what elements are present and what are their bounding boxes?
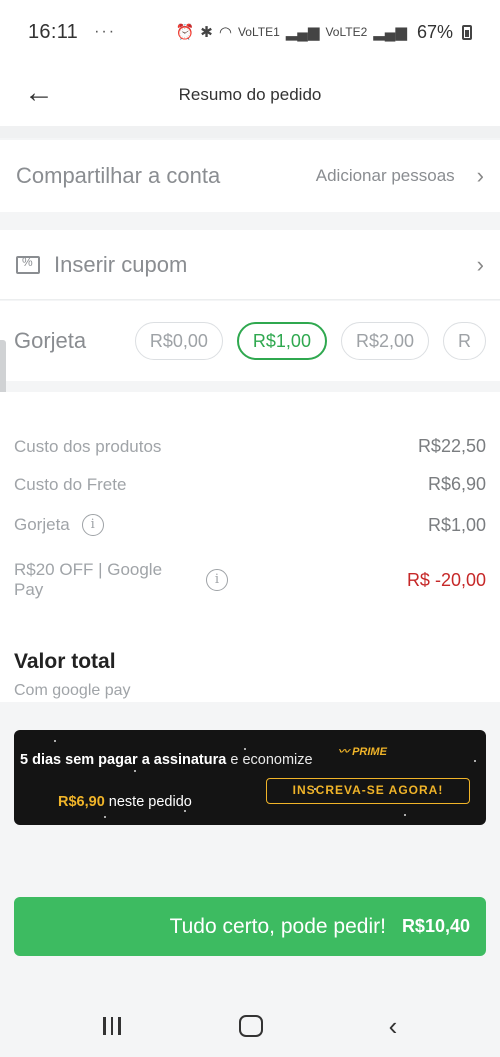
status-bar: 16:11 ··· ⏰ ✱ ◠ VoLTE1 ▂▄▆ VoLTE2 ▂▄▆ 67… <box>0 0 500 64</box>
place-order-value: R$10,40 <box>401 916 470 936</box>
place-order-button[interactable]: Tudo certo, pode pedir! R$10,40 <box>14 897 486 956</box>
tip-option-2[interactable]: R$2,00 <box>340 322 429 360</box>
system-nav-bar: ‹ <box>0 995 500 1057</box>
info-icon[interactable]: i <box>206 569 228 591</box>
prime-savings: R$6,90 neste pedido <box>58 794 192 810</box>
total-subtitle: Com google pay <box>14 682 131 699</box>
summary-row-discount: R$20 OFF | Google Pay i R$ -20,00 <box>14 560 486 600</box>
battery-percent: 67% <box>416 21 453 42</box>
tip-label: Gorjeta <box>14 328 87 353</box>
summary-value: R$1,00 <box>427 514 486 535</box>
summary-label: Gorjeta <box>14 515 70 534</box>
summary-row-products: Custo dos produtos R$22,50 <box>14 436 486 457</box>
share-bill-row[interactable]: Compartilhar a conta Adicionar pessoas › <box>0 140 500 212</box>
tip-option-0[interactable]: R$0,00 <box>134 322 223 360</box>
summary-label: Custo do Frete <box>14 474 127 494</box>
app-bar: ← Resumo do pedido <box>0 64 500 126</box>
battery-icon <box>462 24 472 40</box>
prime-promo-text: 5 dias sem pagar a assinatura e economiz… <box>20 752 313 768</box>
network-1-label: VoLTE1 <box>237 25 280 39</box>
signal-2-icon: ▂▄▆ <box>373 24 407 41</box>
prime-badge: 〰 PRIME <box>338 746 387 758</box>
tip-option-3[interactable]: R <box>443 322 486 360</box>
home-icon[interactable] <box>236 1011 266 1041</box>
chevron-right-icon: › <box>476 163 484 188</box>
add-people-link[interactable]: Adicionar pessoas <box>316 166 455 186</box>
place-order-label: Tudo certo, pode pedir! <box>169 914 386 938</box>
network-2-label: VoLTE2 <box>325 25 368 39</box>
recent-apps-icon[interactable] <box>97 1011 127 1041</box>
prime-banner[interactable]: 5 dias sem pagar a assinatura e economiz… <box>14 730 486 825</box>
prime-savings-amount: R$6,90 <box>58 794 105 810</box>
info-icon[interactable]: i <box>81 514 104 536</box>
summary-row-tip: Gorjeta i R$1,00 <box>14 514 486 536</box>
bluetooth-icon: ✱ <box>200 24 213 41</box>
coupon-icon <box>16 255 40 274</box>
summary-value: R$ -20,00 <box>406 569 486 590</box>
coupon-label: Inserir cupom <box>54 251 188 277</box>
prime-promo-bold: 5 dias sem pagar a assinatura <box>20 752 227 768</box>
page-title: Resumo do pedido <box>178 85 322 104</box>
summary-value: R$22,50 <box>417 436 486 456</box>
tip-option-1[interactable]: R$1,00 <box>236 322 327 360</box>
summary-row-shipping: Custo do Frete R$6,90 <box>14 474 486 495</box>
alarm-icon: ⏰ <box>175 24 195 41</box>
status-overflow: ··· <box>94 23 117 40</box>
signal-1-icon: ▂▄▆ <box>285 24 320 41</box>
divider <box>0 126 500 138</box>
status-icons: ⏰ ✱ ◠ VoLTE1 ▂▄▆ VoLTE2 ▂▄▆ 67% <box>176 22 472 43</box>
summary-label: Custo dos produtos <box>14 436 162 456</box>
prime-savings-suffix: neste pedido <box>104 794 192 810</box>
prime-promo-rest: e economize <box>226 752 313 768</box>
arrow-left-icon[interactable]: ← <box>24 78 54 108</box>
tip-row: Gorjeta R$0,00 R$1,00 R$2,00 R <box>0 301 500 381</box>
prime-badge-label: PRIME <box>352 746 387 758</box>
share-bill-label: Compartilhar a conta <box>16 163 221 188</box>
back-nav-icon[interactable]: ‹ <box>378 1011 408 1041</box>
coupon-row[interactable]: Inserir cupom › <box>0 230 500 300</box>
total-title: Valor total <box>14 650 116 673</box>
summary-value: R$6,90 <box>427 474 486 494</box>
status-time: 16:11 <box>28 20 79 43</box>
wifi-icon: ◠ <box>218 24 232 41</box>
prime-subscribe-button[interactable]: INSCREVA-SE AGORA! <box>266 778 470 804</box>
summary-label: R$20 OFF | Google Pay <box>14 560 163 599</box>
chevron-right-icon: › <box>476 251 484 277</box>
